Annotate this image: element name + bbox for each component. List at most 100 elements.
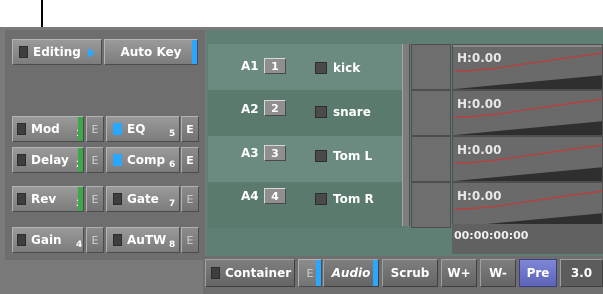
audio-button[interactable]: Audio — [323, 259, 379, 287]
pre-label: Pre — [526, 266, 550, 280]
effect-gate-button[interactable]: Gate 7 — [106, 186, 180, 212]
track-waveform[interactable]: H:0.00 — [452, 90, 603, 136]
effect-autw-edit-button[interactable]: E — [181, 227, 199, 253]
value-text: 3.0 — [570, 266, 593, 280]
container-button[interactable]: Container — [205, 259, 295, 287]
effect-label: Comp — [127, 153, 166, 167]
track-waveform[interactable]: H:0.00 — [452, 182, 603, 228]
effect-label: Gate — [127, 192, 159, 206]
waveform-graph — [454, 98, 602, 135]
track-select-checkbox[interactable] — [315, 150, 327, 162]
timecode-display: 00:00:00:00 — [454, 229, 529, 242]
effect-index: 4 — [76, 240, 83, 250]
effect-autw-button[interactable]: AuTW 8 — [106, 227, 180, 253]
led-icon — [211, 267, 220, 279]
track-id: A4 — [241, 189, 259, 203]
panel-divider[interactable] — [402, 44, 410, 226]
zoom-in-label: W+ — [447, 266, 471, 280]
effect-mod-edit-button[interactable]: E — [86, 116, 104, 142]
track-number[interactable]: 4 — [264, 188, 286, 204]
track-control-cell[interactable] — [411, 90, 451, 136]
effect-gain-edit-button[interactable]: E — [86, 227, 104, 253]
led-icon — [19, 46, 28, 58]
track-control-cell[interactable] — [411, 44, 451, 90]
waveform-graph — [454, 144, 602, 181]
pre-button[interactable]: Pre — [519, 259, 557, 287]
track-row-a3[interactable] — [208, 136, 404, 182]
effect-gate-edit-button[interactable]: E — [181, 186, 199, 212]
led-icon — [113, 234, 122, 246]
waveform-graph — [453, 45, 602, 89]
effect-index: 6 — [169, 160, 176, 170]
edit-label: E — [306, 266, 314, 280]
effect-eq-edit-button[interactable]: E — [181, 116, 199, 142]
track-number[interactable]: 3 — [264, 145, 286, 161]
track-waveform[interactable]: H:0.00 — [452, 44, 603, 90]
timecode-bar: 00:00:00:00 — [452, 224, 603, 254]
track-number[interactable]: 2 — [264, 100, 286, 116]
active-indicator — [78, 117, 83, 141]
track-name: Tom L — [333, 149, 373, 163]
effect-delay-edit-button[interactable]: E — [86, 147, 104, 173]
effect-label: Gain — [31, 233, 62, 247]
track-control-cell[interactable] — [411, 182, 451, 228]
effect-gain-button[interactable]: Gain 4 — [12, 227, 84, 253]
auto-key-label: Auto Key — [120, 45, 182, 59]
track-waveform[interactable]: H:0.00 — [452, 136, 603, 182]
effect-mod-button[interactable]: Mod 1 — [12, 116, 84, 142]
auto-key-indicator — [192, 40, 197, 64]
track-row-a4[interactable] — [208, 182, 404, 228]
auto-key-button[interactable]: Auto Key — [104, 39, 198, 65]
track-name: kick — [333, 61, 361, 75]
edit-indicator — [316, 260, 321, 286]
led-icon — [17, 154, 26, 166]
container-label: Container — [225, 266, 292, 280]
effect-rev-edit-button[interactable]: E — [86, 186, 104, 212]
editing-button[interactable]: Editing — [12, 39, 102, 65]
led-on-icon — [113, 123, 122, 135]
effect-index: 5 — [169, 129, 176, 139]
track-row-a1[interactable] — [208, 44, 404, 90]
track-control-cell[interactable] — [411, 136, 451, 182]
led-on-icon — [113, 154, 122, 166]
track-select-checkbox[interactable] — [315, 193, 327, 205]
editing-label: Editing — [33, 45, 81, 59]
track-select-checkbox[interactable] — [315, 62, 327, 74]
effect-eq-button[interactable]: EQ 5 — [106, 116, 180, 142]
track-number[interactable]: 1 — [264, 58, 286, 74]
track-name: snare — [333, 105, 371, 119]
led-icon — [17, 234, 26, 246]
track-id: A3 — [241, 146, 259, 160]
container-edit-button[interactable]: E — [298, 259, 322, 287]
scrub-button[interactable]: Scrub — [382, 259, 438, 287]
effect-index: 8 — [169, 240, 176, 250]
led-icon — [17, 123, 26, 135]
effect-comp-button[interactable]: Comp 6 — [106, 147, 180, 173]
track-select-checkbox[interactable] — [315, 106, 327, 118]
led-icon — [17, 193, 26, 205]
effect-comp-edit-button[interactable]: E — [181, 147, 199, 173]
effect-label: Mod — [31, 122, 60, 136]
zoom-out-label: W- — [489, 266, 507, 280]
scrub-label: Scrub — [390, 266, 430, 280]
zoom-in-button[interactable]: W+ — [441, 259, 477, 287]
active-indicator — [78, 187, 83, 211]
audio-label: Audio — [331, 266, 371, 280]
effect-label: EQ — [127, 122, 146, 136]
zoom-out-button[interactable]: W- — [480, 259, 516, 287]
effect-label: Delay — [31, 153, 69, 167]
value-field[interactable]: 3.0 — [560, 259, 603, 287]
track-id: A1 — [241, 59, 259, 73]
active-indicator — [78, 148, 83, 172]
effect-delay-button[interactable]: Delay 2 — [12, 147, 84, 173]
led-icon — [113, 193, 122, 205]
effect-index: 7 — [169, 199, 176, 209]
track-id: A2 — [241, 102, 259, 116]
track-name: Tom R — [333, 192, 374, 206]
effect-rev-button[interactable]: Rev 3 — [12, 186, 84, 212]
track-row-a2[interactable] — [208, 90, 404, 136]
effect-label: AuTW — [127, 233, 167, 247]
effect-label: Rev — [31, 192, 57, 206]
audio-indicator — [373, 260, 378, 286]
waveform-graph — [454, 190, 602, 227]
